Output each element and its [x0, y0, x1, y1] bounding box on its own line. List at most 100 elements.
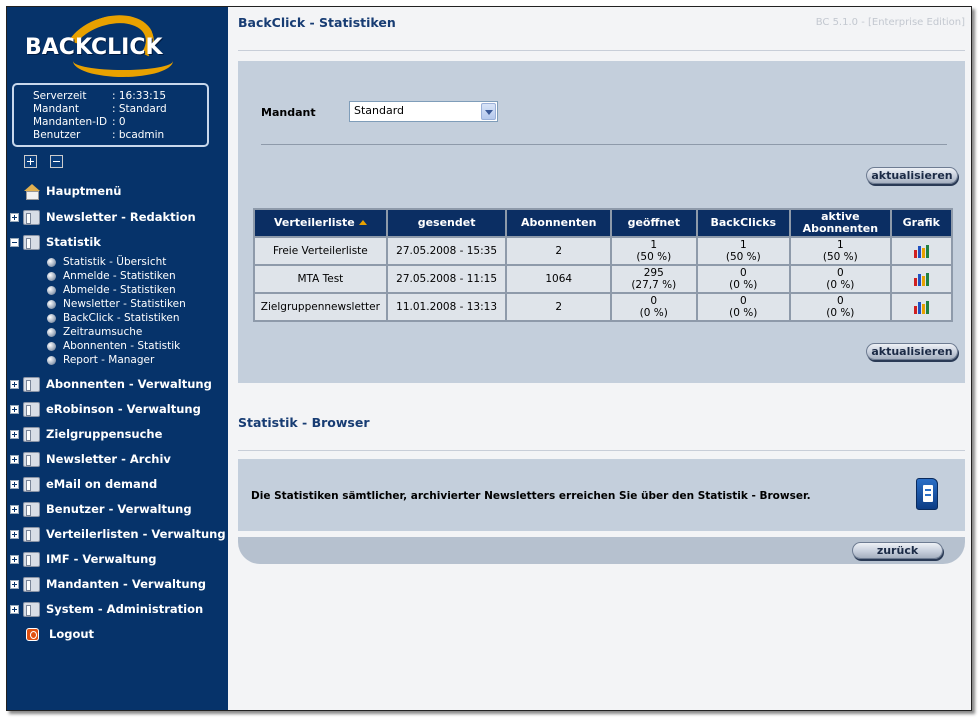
- nav-imf-verwaltung[interactable]: IMF - Verwaltung: [7, 550, 157, 568]
- cell-opened: 0 (0 %): [612, 294, 696, 320]
- nav-erobinson-verwaltung[interactable]: eRobinson - Verwaltung: [7, 400, 201, 418]
- bar-chart-icon[interactable]: [913, 244, 930, 258]
- col-header-list[interactable]: Verteilerliste: [255, 210, 386, 236]
- cell-backclicks: 1 (50 %): [697, 238, 790, 264]
- backclick-logo[interactable]: BACKCLICK: [25, 7, 185, 92]
- bullet-icon: [47, 299, 56, 309]
- nav-zielgruppensuche[interactable]: Zielgruppensuche: [7, 425, 162, 443]
- cell-active: 0 (0 %): [791, 266, 890, 292]
- cell-backclicks: 0 (0 %): [697, 266, 790, 292]
- folder-icon: [23, 426, 40, 442]
- nav-system-administration[interactable]: System - Administration: [7, 600, 203, 618]
- nav-report-manager[interactable]: Report - Manager: [47, 353, 154, 367]
- bullet-icon: [47, 285, 56, 295]
- nav-logout[interactable]: Logout: [7, 625, 94, 643]
- bar-chart-icon[interactable]: [913, 300, 930, 314]
- expand-icon[interactable]: [10, 579, 19, 589]
- bullet-icon: [47, 271, 56, 281]
- cell-subscribers: 2: [507, 294, 611, 320]
- expand-icon[interactable]: [10, 554, 19, 564]
- col-header-opened[interactable]: geöffnet: [612, 210, 696, 236]
- bullet-icon: [47, 313, 56, 323]
- expand-icon[interactable]: [10, 604, 19, 614]
- cell-subscribers: 2: [507, 238, 611, 264]
- refresh-button[interactable]: aktualisieren: [866, 167, 958, 184]
- statistics-browser-icon[interactable]: [916, 478, 938, 510]
- expand-icon[interactable]: [10, 479, 19, 489]
- folder-icon: [23, 401, 40, 417]
- col-header-sent[interactable]: gesendet: [387, 210, 506, 236]
- info-user: Benutzer: bcadmin: [33, 129, 165, 141]
- collapse-all-icon[interactable]: [50, 155, 63, 168]
- statistics-table: Verteilerliste gesendet Abonnenten geöff…: [253, 208, 953, 322]
- bullet-icon: [47, 257, 56, 267]
- cell-list: Zielgruppennewsletter: [255, 294, 386, 320]
- nav-anmelde-statistiken[interactable]: Anmelde - Statistiken: [47, 269, 176, 283]
- browser-panel: Die Statistiken sämtlicher, archivierter…: [238, 459, 965, 531]
- sort-ascending-icon[interactable]: [358, 220, 367, 225]
- nav-abmelde-statistiken[interactable]: Abmelde - Statistiken: [47, 283, 176, 297]
- nav-newsletter-archiv[interactable]: Newsletter - Archiv: [7, 450, 171, 468]
- section-title-browser: Statistik - Browser: [238, 415, 370, 430]
- expand-icon[interactable]: [10, 379, 19, 389]
- expand-icon[interactable]: [10, 429, 19, 439]
- divider: [238, 450, 965, 451]
- nav-statistik-uebersicht[interactable]: Statistik - Übersicht: [47, 255, 166, 269]
- col-header-subscribers[interactable]: Abonnenten: [507, 210, 611, 236]
- nav-backclick-statistiken[interactable]: BackClick - Statistiken: [47, 311, 180, 325]
- mandant-select[interactable]: Standard: [349, 101, 498, 122]
- expand-icon[interactable]: [10, 504, 19, 514]
- folder-icon: [23, 451, 40, 467]
- col-header-backclicks[interactable]: BackClicks: [697, 210, 790, 236]
- bullet-icon: [47, 327, 56, 337]
- expand-all-icon[interactable]: [24, 155, 37, 168]
- cell-sent: 27.05.2008 - 11:15: [387, 266, 506, 292]
- info-server-time: Serverzeit: 16:33:15: [33, 90, 167, 102]
- col-header-active[interactable]: aktive Abonnenten: [791, 210, 890, 236]
- session-info-box: Serverzeit: 16:33:15 Mandant: Standard M…: [12, 83, 209, 147]
- nav-mandanten-verwaltung[interactable]: Mandanten - Verwaltung: [7, 575, 206, 593]
- cell-sent: 11.01.2008 - 13:13: [387, 294, 506, 320]
- divider: [238, 50, 965, 51]
- nav-email-on-demand[interactable]: eMail on demand: [7, 475, 157, 493]
- nav-newsletter-statistiken[interactable]: Newsletter - Statistiken: [47, 297, 186, 311]
- nav-newsletter-redaktion[interactable]: Newsletter - Redaktion: [7, 208, 196, 226]
- table-row: MTA Test 27.05.2008 - 11:15 1064 295 (27,…: [255, 266, 951, 292]
- info-mandant: Mandant: Standard: [33, 103, 167, 115]
- refresh-button[interactable]: aktualisieren: [866, 343, 958, 360]
- folder-icon: [23, 476, 40, 492]
- main-content: BackClick - Statistiken BC 5.1.0 - [Ente…: [228, 7, 971, 710]
- nav-verteilerlisten-verwaltung[interactable]: Verteilerlisten - Verwaltung: [7, 525, 226, 543]
- nav-abonnenten-statistik[interactable]: Abonnenten - Statistik: [47, 339, 180, 353]
- bullet-icon: [47, 341, 56, 351]
- cell-list: MTA Test: [255, 266, 386, 292]
- expand-icon[interactable]: [10, 404, 19, 414]
- expand-icon[interactable]: [10, 529, 19, 539]
- nav-benutzer-verwaltung[interactable]: Benutzer - Verwaltung: [7, 500, 192, 518]
- cell-opened: 1 (50 %): [612, 238, 696, 264]
- table-row: Zielgruppennewsletter 11.01.2008 - 13:13…: [255, 294, 951, 320]
- chevron-down-icon[interactable]: [481, 103, 496, 120]
- folder-open-icon: [23, 234, 40, 250]
- browser-info-text: Die Statistiken sämtlicher, archivierter…: [251, 490, 811, 502]
- folder-icon: [23, 526, 40, 542]
- back-button[interactable]: zurück: [852, 542, 943, 559]
- home-icon: [23, 183, 40, 200]
- folder-icon: [23, 551, 40, 567]
- nav-zeitraumsuche[interactable]: Zeitraumsuche: [47, 325, 142, 339]
- expand-icon[interactable]: [10, 454, 19, 464]
- collapse-icon[interactable]: [10, 237, 19, 247]
- cell-active: 0 (0 %): [791, 294, 890, 320]
- nav-statistik[interactable]: Statistik: [7, 233, 101, 251]
- nav-hauptmenue[interactable]: Hauptmenü: [7, 182, 121, 200]
- expand-icon[interactable]: [10, 212, 19, 222]
- bar-chart-icon[interactable]: [913, 272, 930, 286]
- folder-icon: [23, 501, 40, 517]
- bullet-icon: [47, 355, 56, 365]
- cell-chart: [891, 266, 951, 292]
- folder-icon: [23, 376, 40, 392]
- nav-abonnenten-verwaltung[interactable]: Abonnenten - Verwaltung: [7, 375, 212, 393]
- sidebar: BACKCLICK Serverzeit: 16:33:15 Mandant: …: [7, 7, 228, 710]
- table-row: Freie Verteilerliste 27.05.2008 - 15:35 …: [255, 238, 951, 264]
- app-window: BACKCLICK Serverzeit: 16:33:15 Mandant: …: [6, 6, 972, 711]
